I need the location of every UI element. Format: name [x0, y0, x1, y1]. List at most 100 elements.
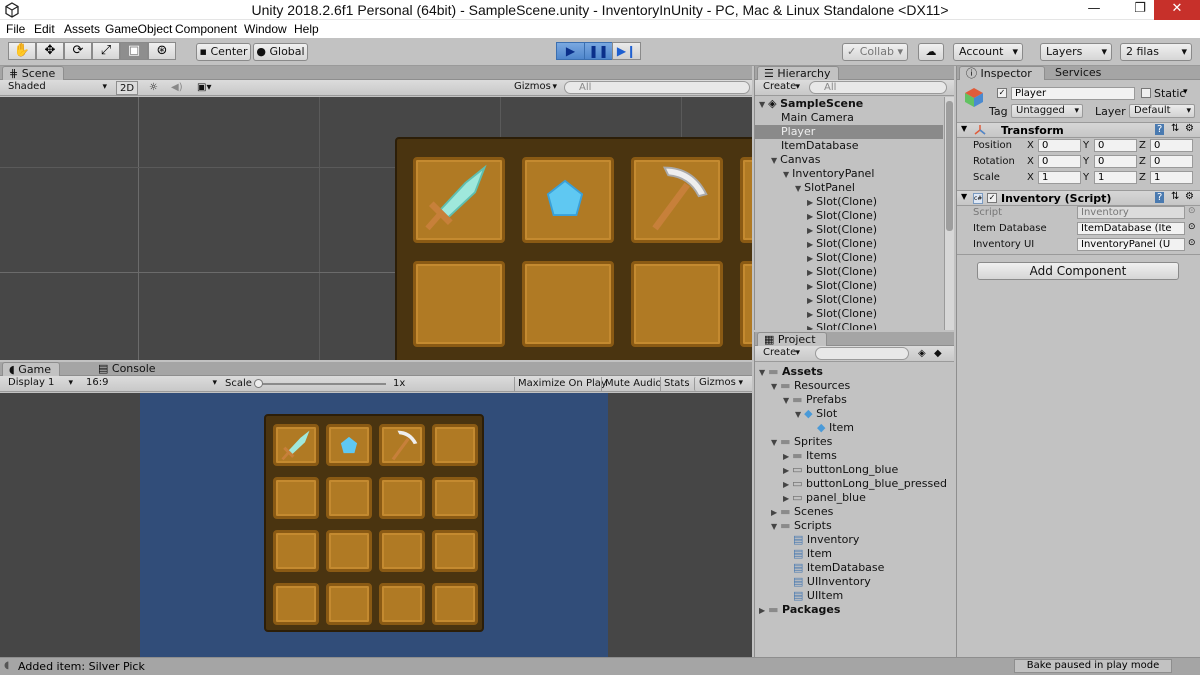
foldout-collapsed-icon[interactable]: ▶	[771, 508, 777, 517]
scene-search-input[interactable]: All	[564, 81, 750, 94]
scene-slot[interactable]	[413, 261, 505, 347]
project-search-input[interactable]	[815, 347, 909, 360]
project-item[interactable]: ▶ ▭ buttonLong_blue	[755, 463, 898, 477]
project-create-dropdown[interactable]: Create	[759, 347, 803, 361]
script-enabled-checkbox[interactable]: ✓	[987, 193, 997, 203]
foldout-collapsed-icon[interactable]: ▶	[807, 198, 813, 207]
mute-audio-toggle[interactable]: Mute Audio	[601, 377, 665, 391]
hierarchy-item[interactable]: ▶ Slot(Clone)	[755, 307, 943, 321]
menu-gameobject[interactable]: GameObject	[105, 22, 172, 36]
game-viewport[interactable]	[140, 393, 608, 657]
menu-component[interactable]: Component	[175, 22, 237, 36]
project-item[interactable]: ▤ UIItem	[755, 589, 843, 603]
game-slot[interactable]	[432, 530, 478, 572]
project-item[interactable]: ▶ ▬ Items	[755, 449, 837, 463]
axis-label-z[interactable]: Z	[1139, 172, 1146, 183]
aspect-dropdown[interactable]: 16:9	[82, 377, 220, 391]
game-slot[interactable]	[379, 583, 425, 625]
hierarchy-item[interactable]: ▶ Slot(Clone)	[755, 321, 943, 330]
rotation-z-field[interactable]: 0	[1150, 155, 1193, 168]
scene-slot[interactable]	[740, 157, 752, 243]
axis-label-z[interactable]: Z	[1139, 156, 1146, 167]
hierarchy-create-dropdown[interactable]: Create	[759, 81, 803, 95]
axis-label-y[interactable]: Y	[1083, 156, 1089, 167]
game-slot[interactable]	[432, 477, 478, 519]
scene-viewport[interactable]	[0, 97, 752, 360]
pivot-global-button[interactable]: ● Global	[253, 43, 308, 61]
axis-label-z[interactable]: Z	[1139, 140, 1146, 151]
filter-type-icon[interactable]: ◈	[915, 347, 929, 361]
hierarchy-item[interactable]: ▶ Slot(Clone)	[755, 265, 943, 279]
foldout-expanded-icon[interactable]: ▼	[771, 438, 777, 447]
menu-edit[interactable]: Edit	[34, 22, 55, 36]
game-slot[interactable]	[379, 477, 425, 519]
game-gizmos-dropdown[interactable]: Gizmos	[694, 377, 746, 391]
foldout-expanded-icon[interactable]: ▼	[771, 156, 777, 165]
foldout-collapsed-icon[interactable]: ▶	[783, 480, 789, 489]
close-button[interactable]: ✕	[1154, 0, 1200, 20]
project-item[interactable]: ▤ UIInventory	[755, 575, 871, 589]
account-dropdown[interactable]: Account ▾	[953, 43, 1023, 61]
gear-icon[interactable]: ⚙	[1185, 191, 1194, 202]
object-picker-icon[interactable]: ⊙	[1188, 222, 1196, 232]
hierarchy-item[interactable]: ▶ Slot(Clone)	[755, 251, 943, 265]
foldout-collapsed-icon[interactable]: ▶	[807, 254, 813, 263]
scale-slider-handle[interactable]	[254, 379, 263, 388]
hierarchy-search-input[interactable]: All	[809, 81, 947, 94]
menu-help[interactable]: Help	[294, 22, 319, 36]
add-component-button[interactable]: Add Component	[977, 262, 1179, 280]
item-database-field[interactable]: ItemDatabase (Ite	[1077, 222, 1185, 235]
game-inventory-panel[interactable]	[264, 414, 484, 632]
transform-tool-icon[interactable]: ⊛	[148, 42, 176, 60]
foldout-expanded-icon[interactable]: ▼	[783, 170, 789, 179]
preset-icon[interactable]: ⇅	[1171, 191, 1179, 202]
scene-slot[interactable]	[522, 157, 614, 243]
axis-label-x[interactable]: X	[1027, 172, 1034, 183]
tab-console[interactable]: ▤ Console	[92, 362, 162, 376]
project-item[interactable]: ▼ ▬ Sprites	[755, 435, 832, 449]
gear-icon[interactable]: ⚙	[1185, 123, 1194, 134]
foldout-collapsed-icon[interactable]: ▶	[807, 226, 813, 235]
active-checkbox[interactable]: ✓	[997, 88, 1007, 98]
lighting-icon[interactable]: ☼	[146, 81, 161, 95]
foldout-collapsed-icon[interactable]: ▶	[807, 268, 813, 277]
game-slot[interactable]	[326, 530, 372, 572]
tab-game[interactable]: ◖ Game	[2, 362, 60, 376]
hierarchy-item[interactable]: ItemDatabase	[755, 139, 943, 153]
scene-slot[interactable]	[413, 157, 505, 243]
display-dropdown[interactable]: Display 1	[4, 377, 76, 391]
foldout-collapsed-icon[interactable]: ▶	[807, 282, 813, 291]
move-tool-icon[interactable]: ✥	[36, 42, 64, 60]
foldout-expanded-icon[interactable]: ▼	[759, 100, 765, 109]
menu-file[interactable]: File	[6, 22, 25, 36]
step-button[interactable]: ▶❙	[612, 42, 641, 60]
foldout-expanded-icon[interactable]: ▼	[783, 396, 789, 405]
project-item[interactable]: ▶ ▭ panel_blue	[755, 491, 866, 505]
foldout-collapsed-icon[interactable]: ▶	[807, 212, 813, 221]
hierarchy-scroll-thumb[interactable]	[946, 101, 953, 231]
foldout-collapsed-icon[interactable]: ▶	[807, 296, 813, 305]
project-item[interactable]: ▶ ▬ Scenes	[755, 505, 833, 519]
hierarchy-scrollbar[interactable]	[944, 97, 954, 330]
pause-button[interactable]: ❚❚	[584, 42, 613, 60]
game-slot[interactable]	[432, 583, 478, 625]
menu-assets[interactable]: Assets	[64, 22, 100, 36]
scene-slot[interactable]	[522, 261, 614, 347]
tab-scene[interactable]: ⋕ Scene	[2, 66, 64, 80]
game-slot[interactable]	[273, 530, 319, 572]
foldout-expanded-icon[interactable]: ▼	[759, 368, 765, 377]
game-slot[interactable]	[432, 424, 478, 466]
pivot-center-button[interactable]: ▪ Center	[196, 43, 251, 61]
maximize-on-play-toggle[interactable]: Maximize On Play	[514, 377, 610, 391]
hierarchy-item[interactable]: ▶ Slot(Clone)	[755, 237, 943, 251]
filter-label-icon[interactable]: ◆	[931, 347, 945, 361]
scale-x-field[interactable]: 1	[1038, 171, 1081, 184]
help-icon[interactable]: ?	[1155, 124, 1165, 135]
layers-dropdown[interactable]: Layers ▾	[1040, 43, 1112, 61]
position-y-field[interactable]: 0	[1094, 139, 1137, 152]
game-slot[interactable]	[273, 424, 319, 466]
project-item[interactable]: ▼ ◆ Slot	[755, 407, 837, 421]
game-slot[interactable]	[273, 583, 319, 625]
project-item[interactable]: ▤ Inventory	[755, 533, 859, 547]
hand-tool-icon[interactable]: ✋	[8, 42, 36, 60]
